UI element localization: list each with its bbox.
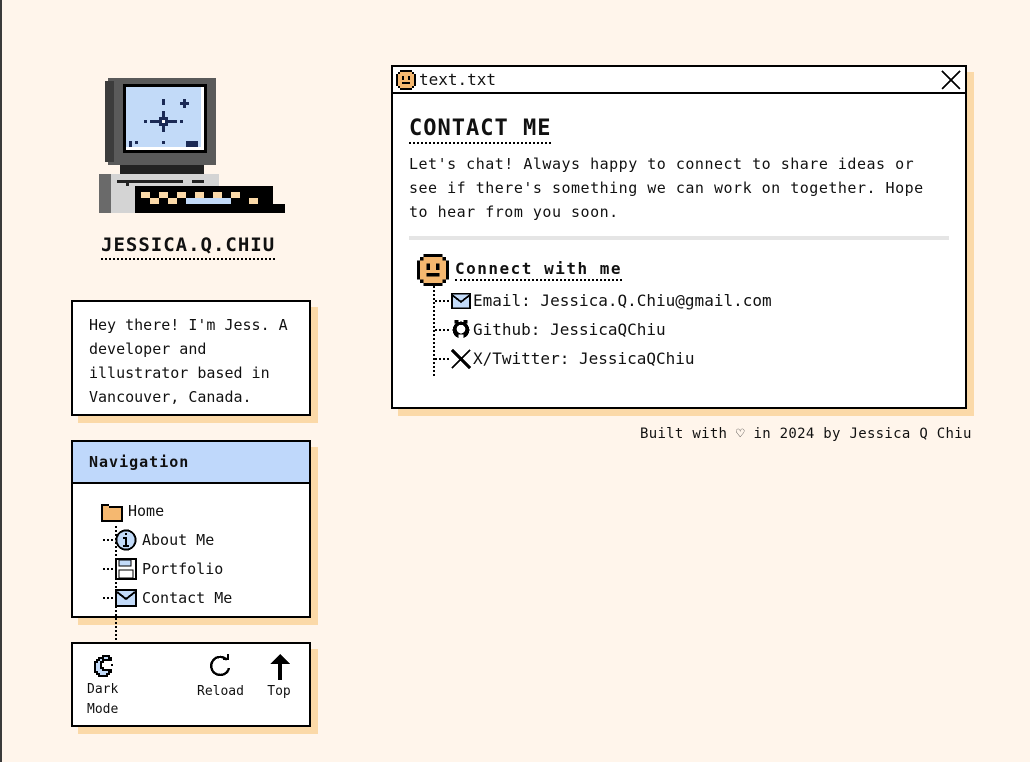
- reload-label: Reload: [197, 684, 244, 699]
- twitter-link[interactable]: X/Twitter: JessicaQChiu: [435, 344, 949, 373]
- x-twitter-icon: [451, 348, 471, 369]
- nav-item-about-me[interactable]: About Me: [101, 525, 309, 554]
- computer-logo-icon: [99, 78, 285, 213]
- top-label: Top: [267, 684, 291, 699]
- navigation-panel: Navigation Home About Me Portfolio Conta…: [71, 440, 311, 648]
- github-link[interactable]: Github: JessicaQChiu: [435, 315, 949, 344]
- smiley-face-icon: [396, 69, 416, 90]
- envelope-icon: [451, 292, 471, 309]
- scroll-top-button[interactable]: Top: [266, 654, 292, 702]
- info-icon: [115, 528, 137, 551]
- navigation-tree: Home About Me Portfolio Contact Me: [73, 484, 309, 648]
- reload-icon: [210, 654, 231, 677]
- navigation-heading: Navigation: [73, 442, 309, 484]
- dark-mode-label: Dark Mode: [87, 682, 119, 717]
- nav-item-label: Portfolio: [142, 559, 224, 578]
- close-icon[interactable]: [940, 69, 962, 91]
- floppy-disk-icon: [115, 557, 137, 580]
- contact-links: Email: Jessica.Q.Chiu@gmail.com Github: …: [409, 286, 949, 376]
- bio-text: Hey there! I'm Jess. A developer and ill…: [89, 316, 288, 406]
- moon-icon: [94, 655, 113, 677]
- github-label: Github: JessicaQChiu: [473, 320, 666, 339]
- folder-icon: [101, 503, 123, 522]
- connect-heading-row: Connect with me: [409, 254, 949, 286]
- window-titlebar[interactable]: text.txt: [393, 67, 965, 94]
- nav-item-portfolio[interactable]: Portfolio: [101, 554, 309, 583]
- nav-item-label: Home: [128, 501, 165, 520]
- divider: [409, 236, 949, 240]
- smiley-face-icon: [417, 254, 449, 286]
- dark-mode-button[interactable]: Dark Mode: [87, 654, 123, 720]
- window-title: text.txt: [419, 70, 497, 89]
- envelope-icon: [115, 588, 137, 607]
- nav-item-label: Contact Me: [142, 588, 233, 607]
- connect-heading: Connect with me: [455, 259, 622, 281]
- twitter-label: X/Twitter: JessicaQChiu: [473, 349, 695, 368]
- text-window: text.txt CONTACT ME Let's chat! Always h…: [391, 65, 967, 409]
- contact-heading: CONTACT ME: [409, 116, 552, 144]
- email-link[interactable]: Email: Jessica.Q.Chiu@gmail.com: [435, 286, 949, 315]
- email-label: Email: Jessica.Q.Chiu@gmail.com: [473, 291, 772, 310]
- site-title[interactable]: JESSICA.Q.CHIU: [101, 234, 276, 260]
- github-icon: [452, 319, 470, 340]
- arrow-up-icon: [270, 654, 290, 680]
- footer-credit: Built with ♡ in 2024 by Jessica Q Chiu: [640, 426, 972, 442]
- bio-card: Hey there! I'm Jess. A developer and ill…: [71, 300, 311, 416]
- reload-button[interactable]: Reload: [197, 654, 244, 702]
- nav-item-contact-me[interactable]: Contact Me: [101, 583, 309, 612]
- contact-intro: Let's chat! Always happy to connect to s…: [409, 155, 924, 221]
- tools-panel: Dark Mode Reload Top: [71, 642, 311, 727]
- nav-item-label: About Me: [142, 530, 215, 549]
- nav-item-home[interactable]: Home: [101, 496, 309, 525]
